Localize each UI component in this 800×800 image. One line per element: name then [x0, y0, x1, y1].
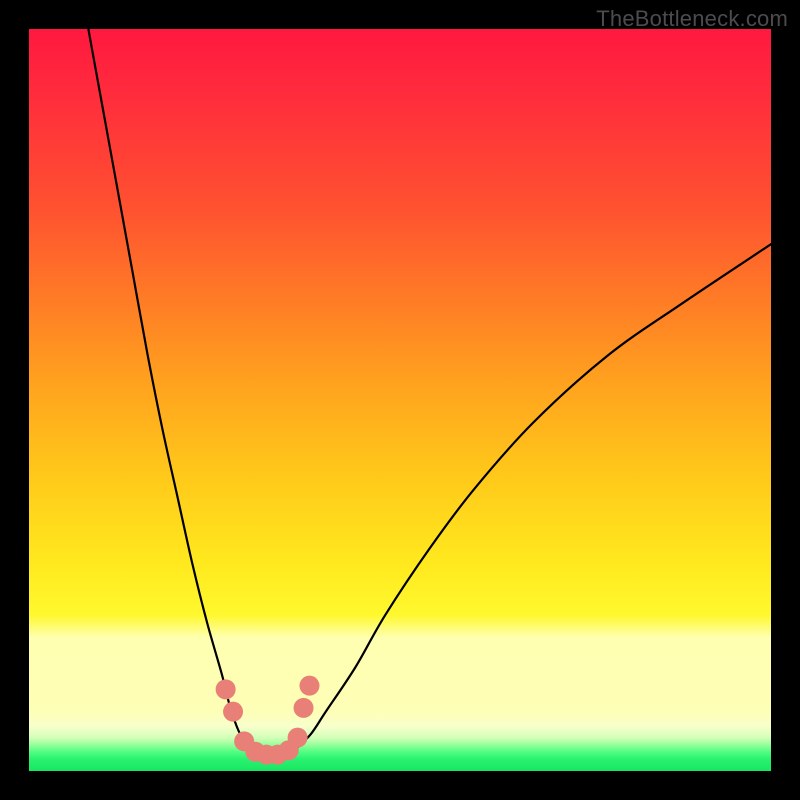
- marker-dot: [288, 728, 308, 748]
- right-curve: [296, 244, 771, 749]
- marker-dot: [216, 679, 236, 699]
- plot-frame: [29, 29, 771, 771]
- curve-layer: [29, 29, 771, 771]
- left-curve: [88, 29, 251, 749]
- watermark-text: TheBottleneck.com: [596, 6, 788, 32]
- figure-container: TheBottleneck.com: [0, 0, 800, 800]
- marker-dot: [299, 676, 319, 696]
- marker-dot: [223, 702, 243, 722]
- marker-dot: [294, 698, 314, 718]
- plot-area: [29, 29, 771, 771]
- marker-dots: [216, 676, 320, 765]
